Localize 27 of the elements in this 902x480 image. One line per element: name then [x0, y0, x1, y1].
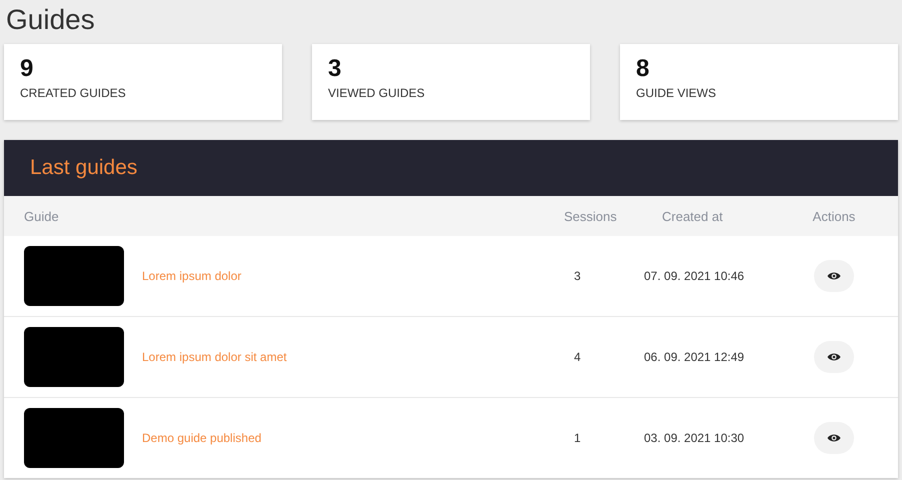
stat-label: GUIDE VIEWS — [636, 86, 718, 100]
guide-link[interactable]: Lorem ipsum dolor sit amet — [142, 350, 287, 364]
stat-label: VIEWED GUIDES — [328, 86, 426, 100]
panel-title: Last guides — [30, 156, 138, 180]
table-cell-text: 3 — [573, 269, 582, 283]
column-header: Sessions — [563, 208, 618, 224]
table-cell-text: 07. 09. 2021 10:46 — [644, 269, 746, 283]
stat-label: CREATED GUIDES — [20, 86, 127, 100]
table-cell-text: 03. 09. 2021 10:30 — [644, 431, 746, 445]
page-title: Guides — [5, 3, 96, 37]
column-header: Guide — [24, 208, 60, 224]
table-cell-text: 1 — [573, 431, 582, 445]
eye-icon — [827, 433, 841, 443]
column-header: Created at — [661, 208, 724, 224]
view-button[interactable] — [814, 260, 854, 292]
guide-link[interactable]: Lorem ipsum dolor — [142, 269, 242, 283]
stat-value: 8 — [636, 56, 650, 82]
stat-value: 3 — [328, 56, 342, 82]
column-header: Actions — [812, 208, 856, 224]
view-button[interactable] — [814, 341, 854, 373]
eye-icon — [827, 271, 841, 281]
view-button[interactable] — [814, 422, 854, 454]
stat-value: 9 — [20, 56, 34, 82]
eye-icon — [827, 352, 841, 362]
table-cell-text: 06. 09. 2021 12:49 — [644, 350, 746, 364]
guide-link[interactable]: Demo guide published — [142, 431, 262, 445]
table-cell-text: 4 — [573, 350, 582, 364]
